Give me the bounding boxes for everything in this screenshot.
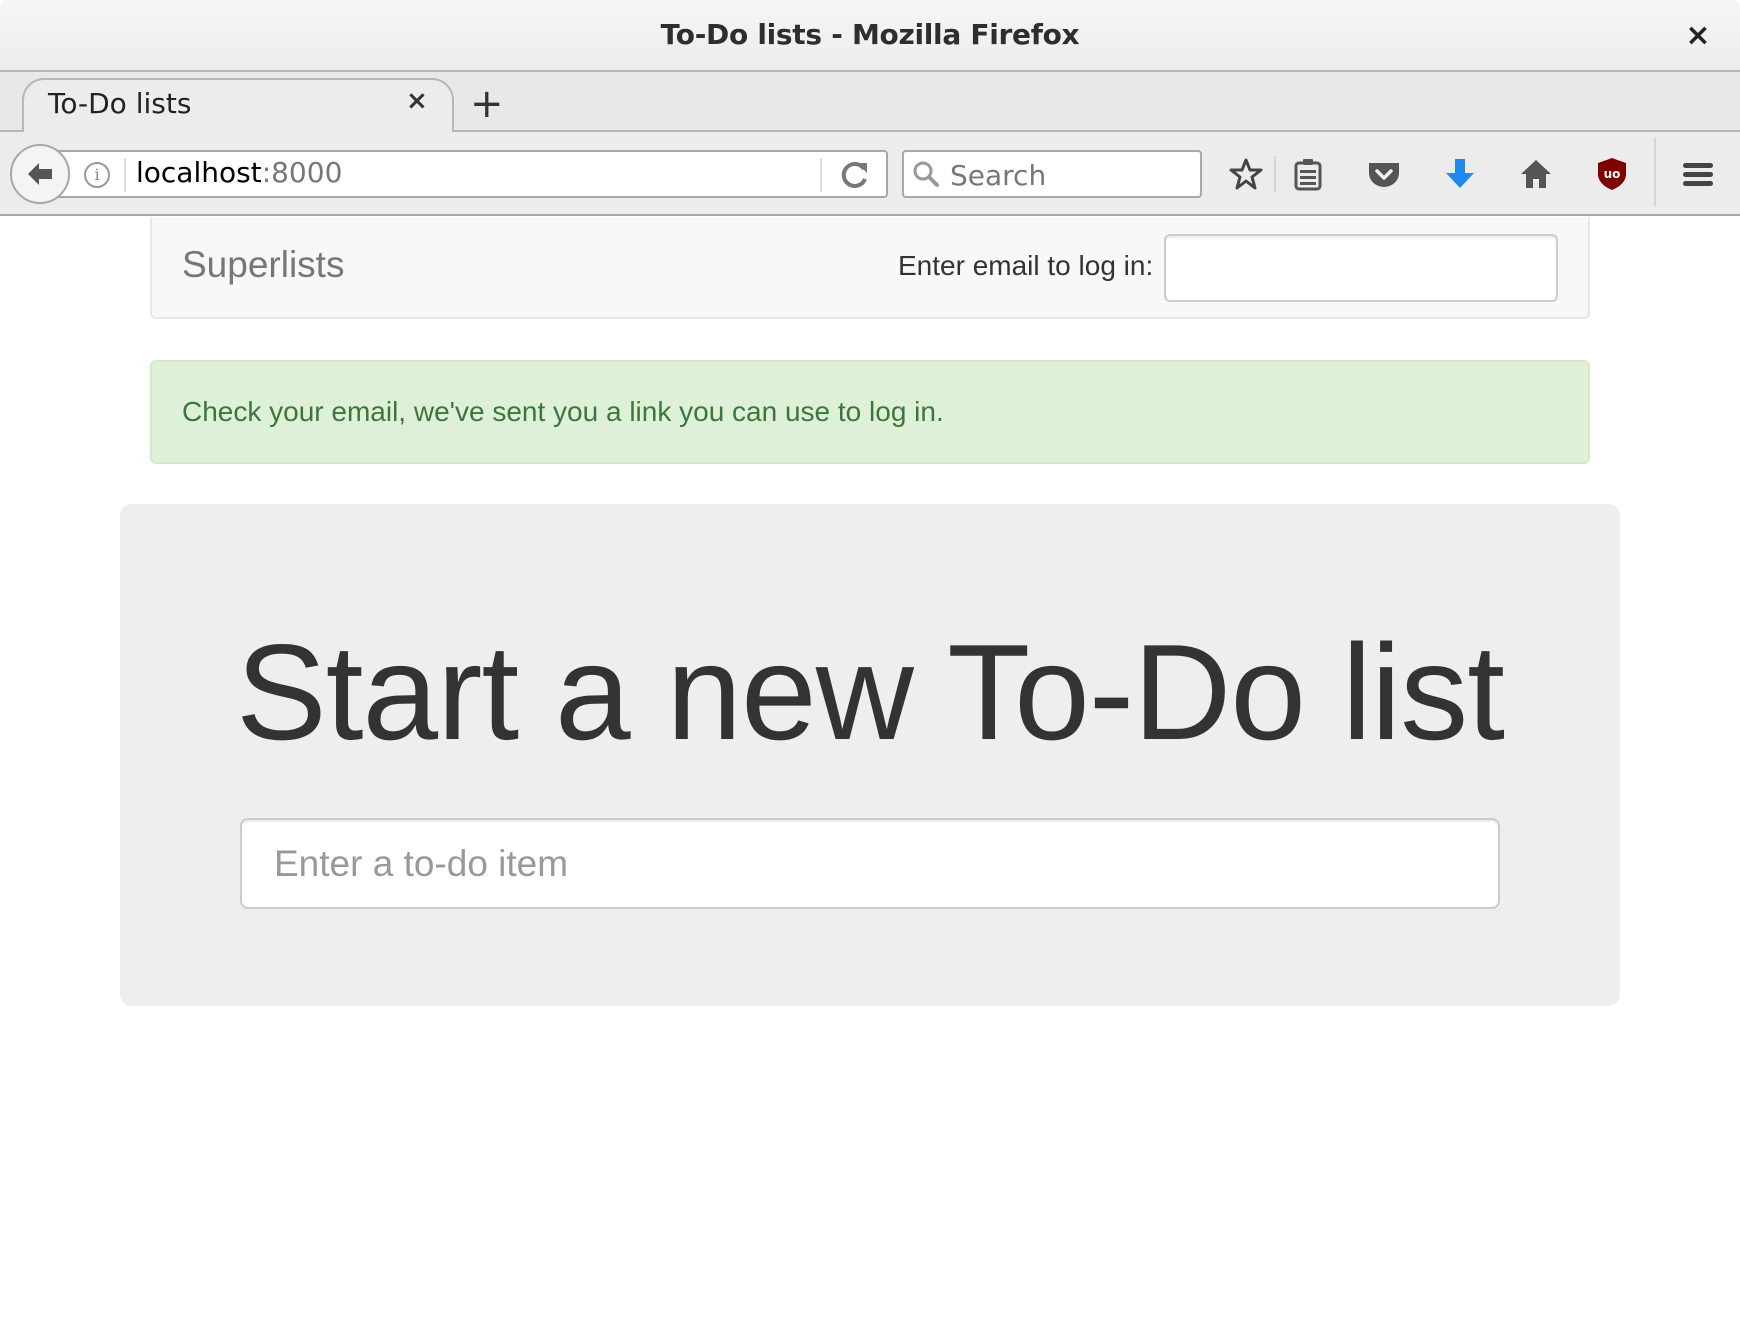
pocket-icon[interactable] [1366, 156, 1402, 192]
search-icon [913, 161, 939, 187]
todo-item-input[interactable] [240, 818, 1500, 909]
url-host: localhost [136, 156, 262, 189]
login-label: Enter email to log in: [898, 250, 1154, 281]
tab-label: To-Do lists [48, 87, 192, 120]
toolbar-divider [1654, 138, 1656, 206]
url-divider [124, 158, 126, 192]
star-icon[interactable] [1228, 156, 1264, 192]
alert-message: Check your email, we've sent you a link … [182, 396, 944, 427]
tab-close-icon[interactable]: × [406, 86, 428, 116]
window-title: To-Do lists - Mozilla Firefox [660, 18, 1080, 51]
toolbar-divider [1274, 156, 1276, 192]
back-button[interactable] [10, 144, 70, 204]
window-close-button[interactable]: × [1678, 16, 1718, 56]
ublock-origin-icon[interactable]: uo [1594, 156, 1630, 192]
reading-list-icon[interactable] [1290, 156, 1326, 192]
back-arrow-icon [28, 163, 52, 185]
hamburger-menu-icon[interactable] [1680, 156, 1716, 192]
url-text[interactable]: localhost:8000 [136, 156, 342, 189]
email-field[interactable] [1164, 234, 1558, 302]
home-icon[interactable] [1518, 156, 1554, 192]
svg-text:uo: uo [1604, 167, 1621, 181]
brand-link[interactable]: Superlists [182, 244, 344, 286]
page-title: Start a new To-Do list [235, 616, 1505, 768]
new-tab-button[interactable]: + [470, 80, 504, 128]
site-info-icon[interactable]: i [84, 162, 110, 188]
downloads-icon[interactable] [1442, 156, 1478, 192]
url-divider [820, 158, 822, 192]
reload-icon[interactable] [838, 158, 872, 192]
search-input[interactable] [948, 154, 1202, 196]
url-port: :8000 [261, 156, 343, 189]
